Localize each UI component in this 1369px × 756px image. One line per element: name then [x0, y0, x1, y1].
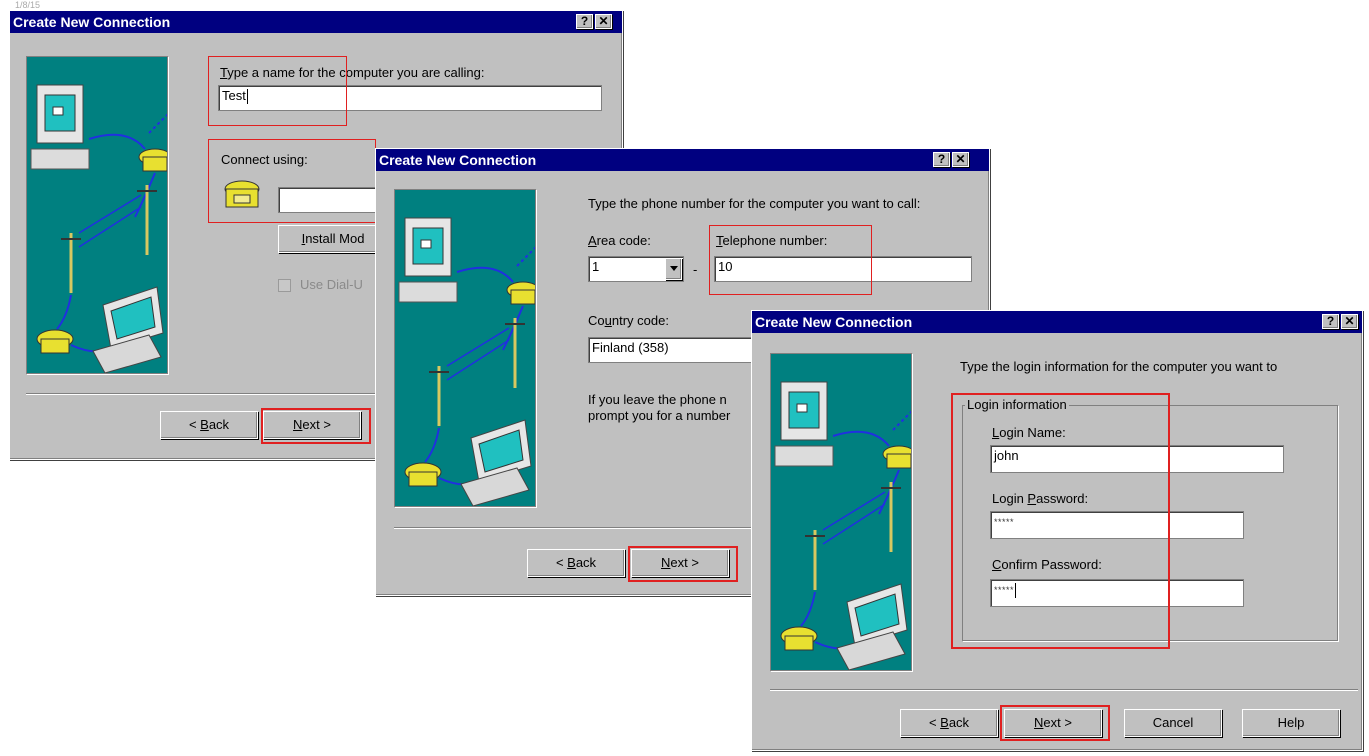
computer-monitor-icon — [398, 217, 458, 303]
country-code-dropdown[interactable]: Finland (358) — [588, 337, 768, 363]
laptop-icon — [460, 419, 532, 506]
help-icon[interactable]: ? — [1322, 314, 1339, 329]
note-line-2: prompt you for a number — [588, 408, 731, 423]
group-title: Login information — [965, 397, 1069, 412]
computer-monitor-icon — [30, 84, 90, 170]
network-illustration-icon — [774, 381, 911, 670]
telephone-number-label: Telephone number: — [716, 233, 828, 248]
note-line-1: If you leave the phone n — [588, 392, 727, 407]
country-code-label: Country code: — [588, 313, 669, 328]
help-icon[interactable]: ? — [576, 14, 593, 29]
background-fragment-text: 1/8/15 — [15, 0, 41, 10]
cancel-button[interactable]: Cancel — [1124, 709, 1222, 737]
separator — [770, 689, 1358, 691]
network-illustration-icon — [398, 217, 535, 506]
close-icon[interactable]: ✕ — [595, 14, 612, 29]
close-icon[interactable]: ✕ — [952, 152, 969, 167]
modem-phone-icon — [224, 180, 260, 208]
login-password-label: Login Password: — [992, 491, 1089, 506]
telephone-icon — [780, 626, 818, 651]
instruction-text: Type the phone number for the computer y… — [588, 196, 921, 211]
wizard-illustration — [770, 353, 912, 671]
back-button[interactable]: < Back — [900, 709, 998, 737]
confirm-password-label: Confirm Password: — [992, 557, 1102, 572]
dialog-login-information: Create New Connection ? ✕ Type the login… — [751, 310, 1363, 751]
confirm-password-input[interactable]: ***** — [990, 579, 1244, 607]
login-name-input[interactable]: john — [990, 445, 1284, 473]
title-bar: Create New Connection ? ✕ — [752, 311, 1362, 333]
computer-monitor-icon — [774, 381, 834, 467]
dialog-title: Create New Connection — [13, 14, 171, 30]
telephone-icon — [882, 445, 911, 469]
network-illustration-icon — [30, 84, 167, 373]
close-icon[interactable]: ✕ — [1341, 314, 1358, 329]
area-code-dropdown[interactable]: 1 — [588, 256, 684, 282]
next-button[interactable]: Next > — [263, 411, 361, 439]
telephone-icon — [506, 281, 535, 305]
area-code-label: Area code: — [588, 233, 651, 248]
dash-separator: - — [693, 262, 698, 277]
use-dialup-label: Use Dial-U — [300, 277, 363, 292]
connect-using-select[interactable] — [278, 187, 388, 213]
wizard-illustration — [394, 189, 536, 507]
install-modem-button[interactable]: Install Mod — [278, 225, 388, 253]
title-bar: Create New Connection ? ✕ — [376, 149, 989, 171]
back-button[interactable]: < Back — [160, 411, 258, 439]
help-icon[interactable]: ? — [933, 152, 950, 167]
login-name-label: Login Name: — [992, 425, 1066, 440]
back-button[interactable]: < Back — [527, 549, 625, 577]
computer-name-input[interactable]: Test — [218, 85, 602, 111]
computer-name-label: Type a name for the computer you are cal… — [220, 65, 485, 80]
checkbox-icon[interactable] — [278, 279, 291, 292]
wizard-illustration — [26, 56, 168, 374]
laptop-icon — [92, 286, 164, 373]
help-button[interactable]: Help — [1242, 709, 1340, 737]
next-button[interactable]: Next > — [631, 549, 729, 577]
dialog-title: Create New Connection — [755, 314, 913, 330]
next-button[interactable]: Next > — [1004, 709, 1102, 737]
instruction-text: Type the login information for the compu… — [960, 359, 1278, 374]
dialog-title: Create New Connection — [379, 152, 537, 168]
dropdown-arrow-icon[interactable] — [665, 258, 682, 280]
telephone-number-input[interactable]: 10 — [714, 256, 972, 282]
title-bar: Create New Connection ? ✕ — [10, 11, 622, 33]
telephone-icon — [138, 148, 167, 172]
login-password-input[interactable]: ***** — [990, 511, 1244, 539]
laptop-icon — [836, 583, 908, 670]
connect-using-label: Connect using: — [221, 152, 308, 167]
telephone-icon — [404, 462, 442, 487]
telephone-icon — [36, 329, 74, 354]
